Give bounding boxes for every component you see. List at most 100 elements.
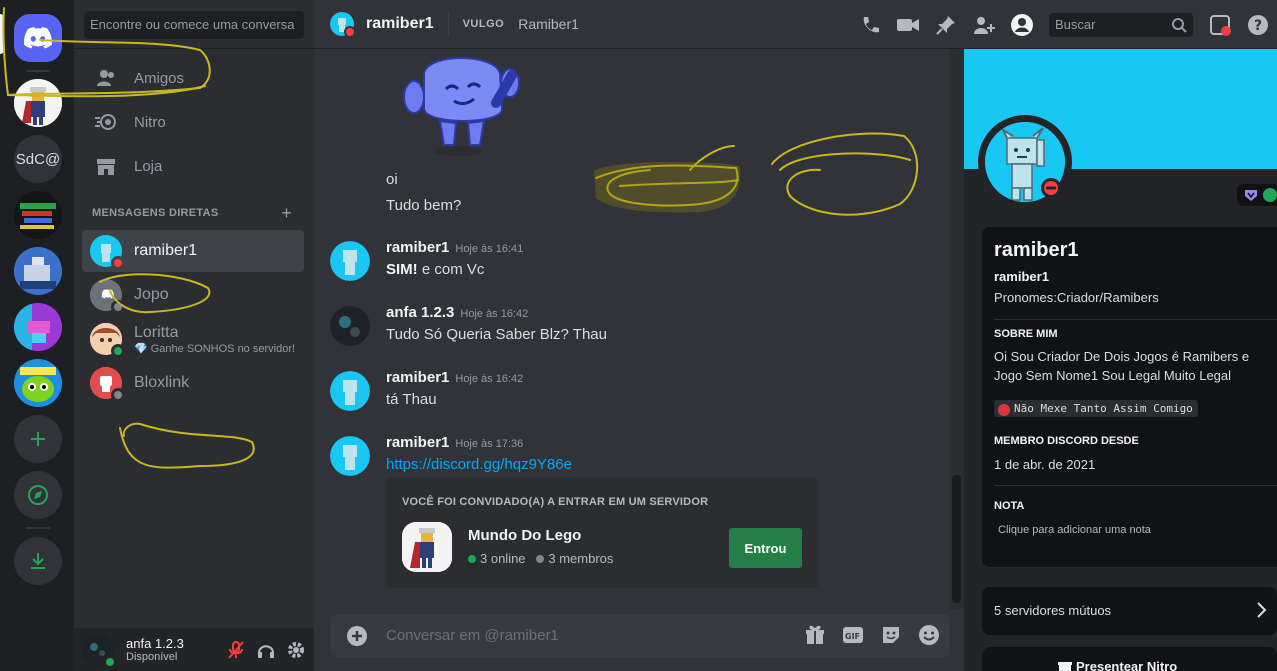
dnd-status-icon (111, 256, 125, 270)
thor-avatar (14, 79, 62, 127)
message: anfa 1.2.3 Hoje às 16:42 Tudo Só Queria S… (330, 304, 950, 354)
red-circle-icon (998, 404, 1010, 416)
dm-name: Loritta (134, 323, 179, 341)
search-icon (1171, 17, 1187, 36)
message: ramiber1 Hoje às 16:42 tá Thau (330, 369, 950, 419)
dm-item-bloxlink[interactable]: Bloxlink (82, 362, 304, 404)
nav-nitro[interactable]: Nitro (82, 101, 304, 143)
chat-scrollbar-thumb[interactable] (952, 475, 961, 603)
server-sdc[interactable]: SdC@ (14, 135, 62, 183)
settings-gear-icon[interactable] (286, 640, 306, 664)
profile-panel: ramiber1 ramiber1 Pronomes:Criador/Ramib… (964, 49, 1277, 671)
offline-status-icon (111, 300, 125, 314)
message-text: e com Vc (417, 261, 485, 278)
hypesquad-badge-icon[interactable] (1244, 188, 1258, 202)
server-5-avatar (14, 247, 62, 295)
mutual-servers-label: 5 servidores mútuos (994, 603, 1112, 618)
joined-button[interactable]: Entrou (729, 528, 802, 568)
message-bold-text: SIM! (386, 261, 418, 278)
server-4[interactable] (14, 191, 62, 239)
divider (994, 485, 1277, 486)
dm-item-jopo[interactable]: Jopo (82, 274, 304, 316)
header-search-input[interactable]: Buscar (1049, 12, 1193, 37)
server-6[interactable] (14, 303, 62, 351)
add-friend-icon[interactable] (972, 13, 996, 37)
avatar[interactable] (330, 306, 370, 346)
about-text: Oi Sou Criador De Dois Jogos é Ramibers … (994, 349, 1250, 383)
avatar (90, 323, 125, 358)
invite-link[interactable]: https://discord.gg/hqz9Y86e (386, 456, 572, 473)
gif-icon[interactable]: GIF (842, 624, 864, 650)
invite-counts: 3 online 3 membros (468, 551, 613, 566)
avatar[interactable] (330, 241, 370, 281)
inbox-icon[interactable] (1208, 13, 1232, 37)
home-button[interactable] (14, 14, 62, 62)
invite-online: 3 online (480, 551, 526, 566)
invite-server-icon (402, 522, 452, 572)
invite-members: 3 membros (548, 551, 614, 566)
avatar (90, 235, 125, 270)
help-icon[interactable]: ? (1246, 13, 1270, 37)
online-status-icon (111, 344, 125, 358)
server-5[interactable] (14, 247, 62, 295)
emoji-icon[interactable] (918, 624, 940, 650)
server-dolem[interactable] (14, 359, 62, 407)
avatar[interactable] (330, 436, 370, 476)
server-thor[interactable] (14, 79, 62, 127)
download-apps-button[interactable] (14, 537, 62, 585)
compass-icon (28, 485, 48, 505)
dm-name: Jopo (134, 286, 169, 303)
message-author[interactable]: ramiber1 (386, 239, 449, 256)
message-author[interactable]: ramiber1 (386, 369, 449, 386)
message-body: SIM! e com Vc (386, 261, 484, 278)
add-server-button[interactable] (14, 415, 62, 463)
member-since-date: 1 de abr. de 2021 (994, 457, 1096, 472)
about-title: SOBRE MIM (994, 328, 1058, 340)
pin-icon[interactable] (934, 13, 958, 37)
divider (447, 12, 449, 36)
server-rail: SdC@ (0, 0, 74, 671)
headphones-icon[interactable] (256, 640, 276, 664)
dm-search-input[interactable]: Encontre ou comece uma conversa (84, 11, 304, 39)
about-code-chip: Não Mexe Tanto Assim Comigo (994, 400, 1198, 417)
dm-item-ramiber1[interactable]: ramiber1 (82, 230, 304, 272)
composer-tools: GIF (804, 624, 940, 650)
header-toolbar: Buscar ? (851, 0, 1277, 49)
mutual-servers-row[interactable]: 5 servidores mútuos (982, 587, 1277, 635)
voice-call-icon[interactable] (858, 13, 882, 37)
message-timestamp: Hoje às 17:36 (455, 438, 524, 450)
message-text: tá Thau (386, 391, 437, 408)
create-dm-icon[interactable]: + (281, 204, 292, 222)
sticker-icon[interactable] (880, 624, 902, 650)
svg-text:?: ? (1254, 18, 1262, 34)
avatar[interactable] (330, 371, 370, 411)
message-author[interactable]: anfa 1.2.3 (386, 304, 454, 321)
message-author[interactable]: ramiber1 (386, 434, 449, 451)
gift-icon[interactable] (804, 624, 826, 650)
invite-server-name[interactable]: Mundo Do Lego (468, 527, 581, 544)
nav-shop-label: Loja (134, 157, 163, 175)
explore-servers-button[interactable] (14, 471, 62, 519)
plus-icon (31, 432, 45, 446)
message-timestamp: Hoje às 16:41 (455, 243, 524, 255)
server-6-avatar (14, 303, 62, 351)
dm-section-header: MENSAGENS DIRETAS + (92, 204, 292, 222)
nav-friends[interactable]: Amigos (82, 57, 304, 99)
active-developer-badge-icon[interactable] (1263, 188, 1277, 202)
gift-icon (1058, 662, 1072, 671)
dnd-status-icon (1041, 178, 1061, 198)
gift-nitro-button[interactable]: Presentear Nitro (982, 647, 1277, 671)
attach-plus-icon[interactable] (346, 625, 368, 651)
message-composer[interactable]: Conversar em @ramiber1 GIF (330, 614, 950, 658)
message-text: Tudo Só Queria Saber Blz? Thau (386, 326, 607, 343)
mic-muted-icon[interactable] (226, 640, 246, 664)
user-profile-icon[interactable] (1010, 13, 1034, 37)
note-input[interactable]: Clique para adicionar uma nota (998, 524, 1151, 536)
user-status: Disponível (126, 651, 178, 663)
nav-friends-label: Amigos (134, 69, 185, 87)
user-avatar[interactable] (82, 633, 117, 669)
online-status-icon (103, 654, 117, 669)
video-call-icon[interactable] (896, 13, 920, 37)
nav-shop[interactable]: Loja (82, 145, 304, 187)
dm-item-loritta[interactable]: Loritta 💎 Ganhe SONHOS no servidor! (82, 318, 304, 360)
